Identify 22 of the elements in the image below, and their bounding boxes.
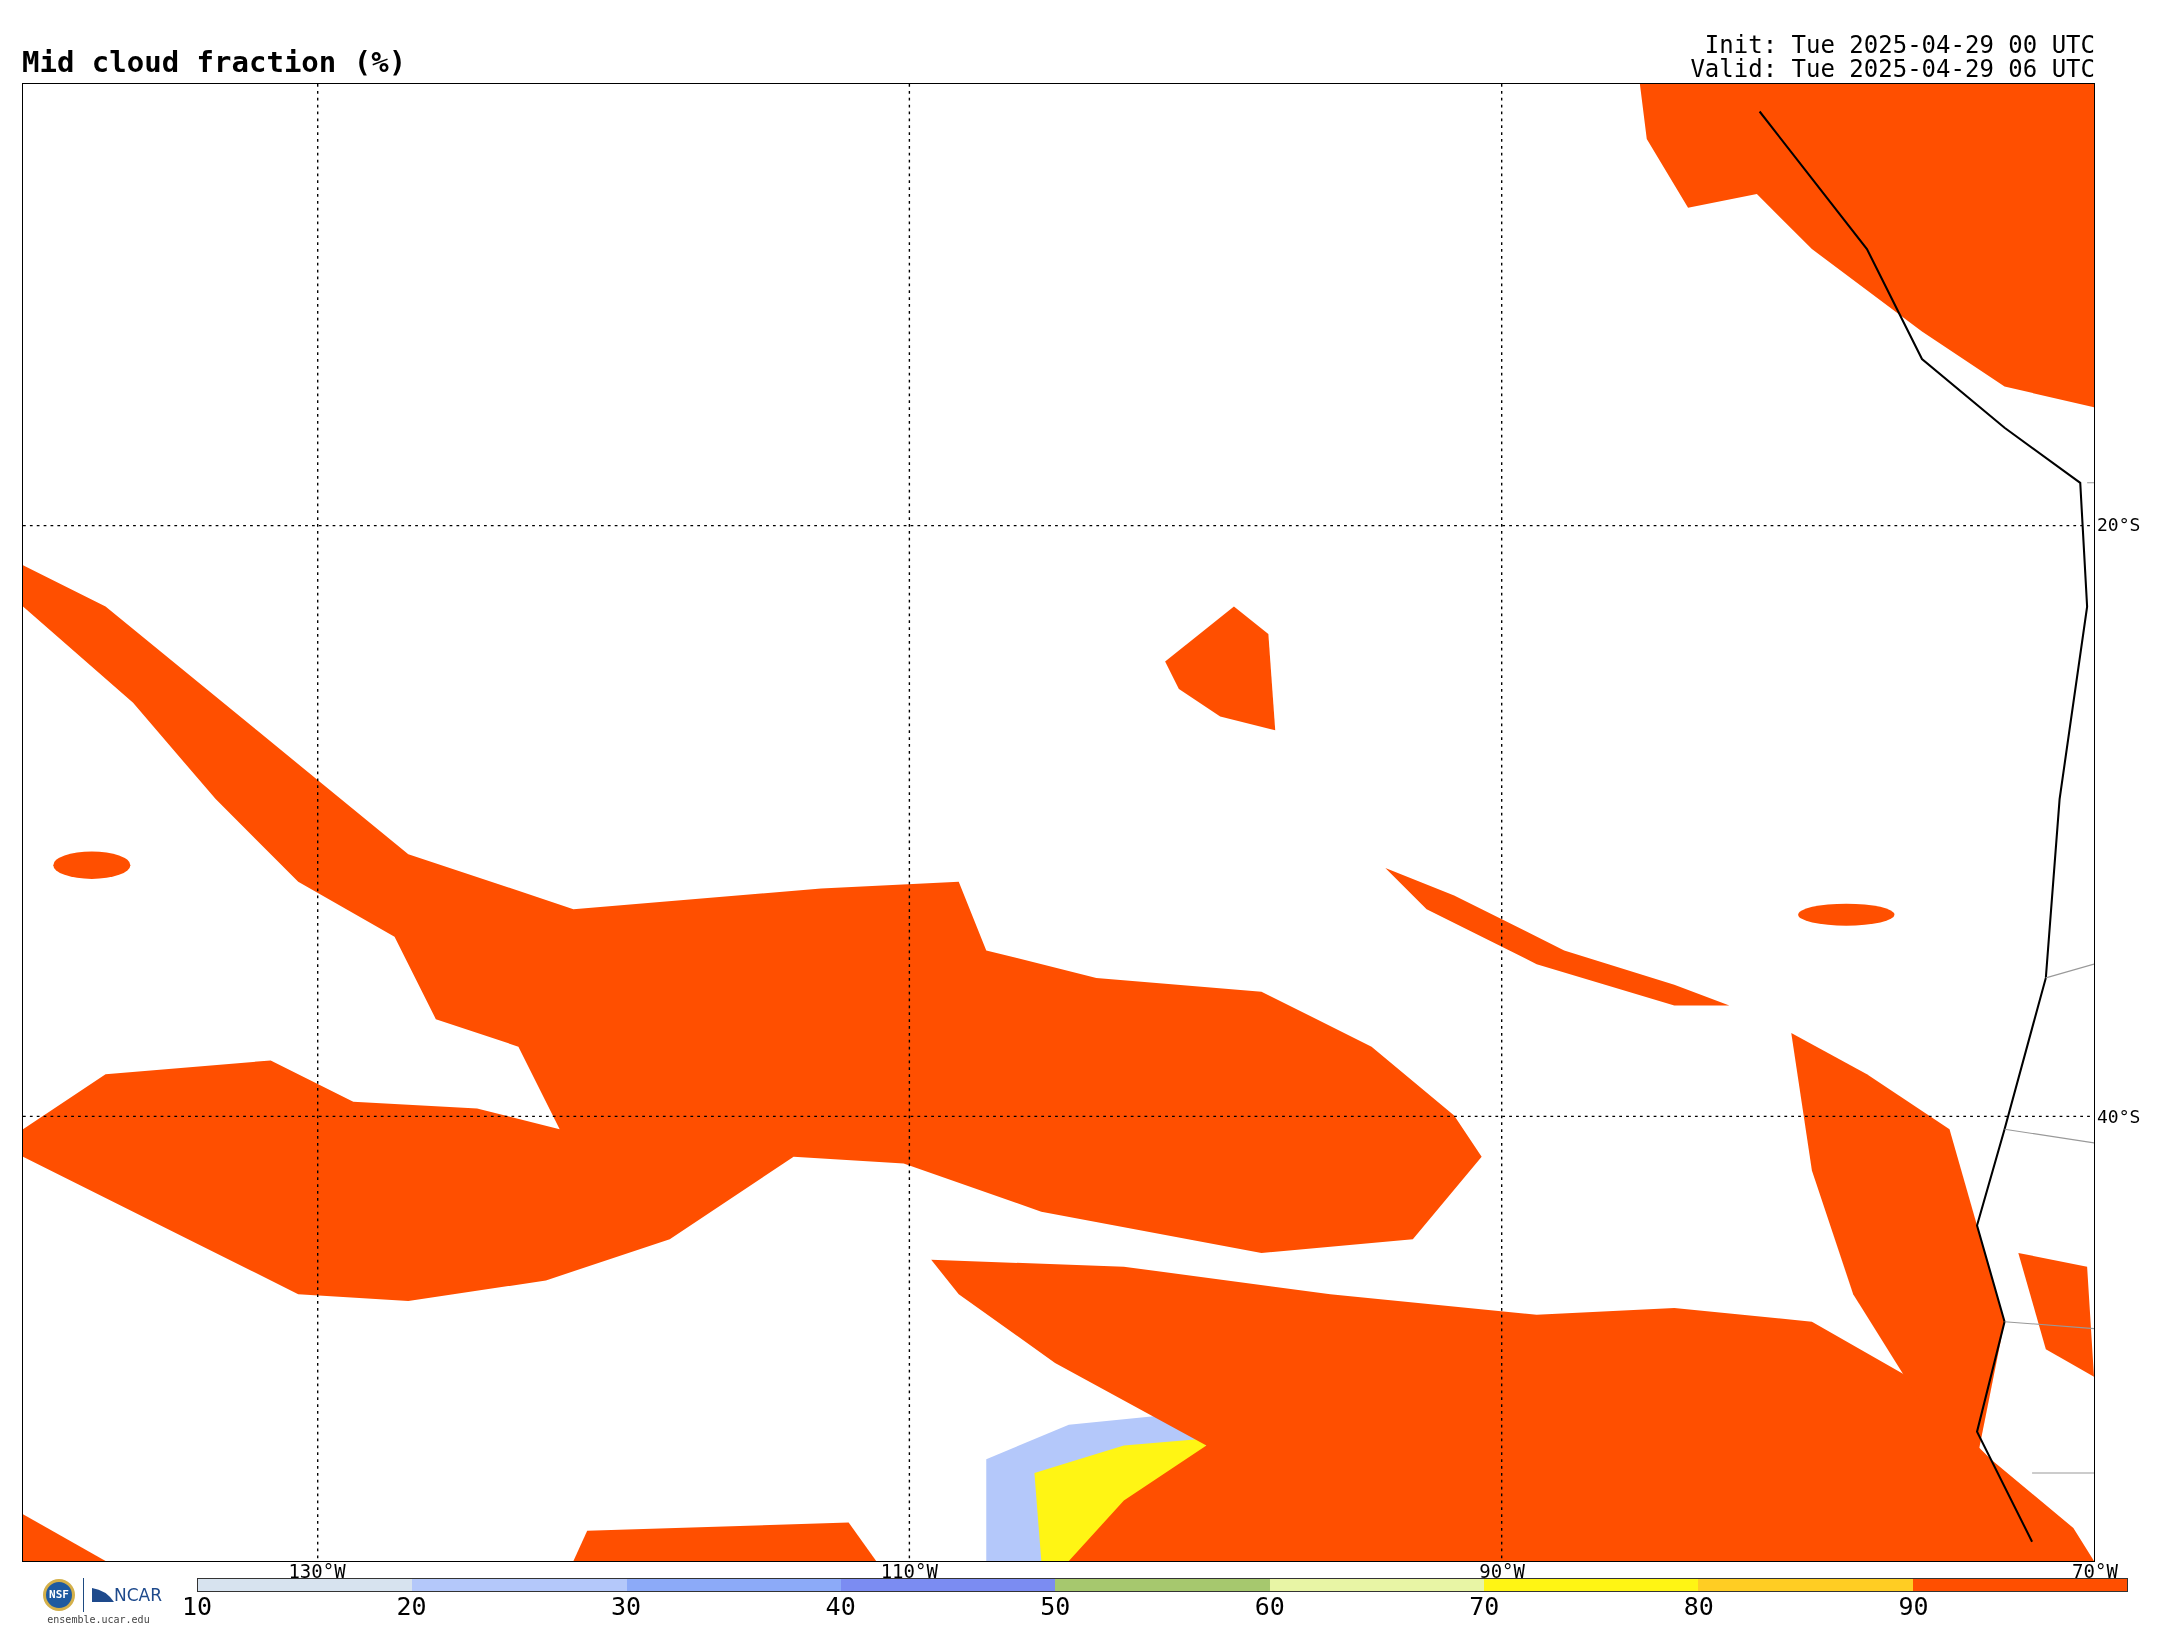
longitude-label: 70°W	[2072, 1562, 2118, 1581]
tick-label: 60	[1254, 1594, 1285, 1619]
ncar-logo: NCAR	[92, 1586, 162, 1604]
tick-label: 70	[1469, 1594, 1500, 1619]
tick-label: 90	[1898, 1594, 1929, 1619]
chart-title: Mid cloud fraction (%)	[22, 48, 407, 77]
valid-time: Valid: Tue 2025-04-29 06 UTC	[1690, 57, 2095, 81]
longitude-label: 90°W	[1479, 1562, 1525, 1581]
tick-label: 50	[1040, 1594, 1071, 1619]
nsf-logo: NSF	[43, 1579, 75, 1611]
init-time: Init: Tue 2025-04-29 00 UTC	[1704, 33, 2095, 57]
tick-label: 80	[1683, 1594, 1714, 1619]
longitude-label: 110°W	[880, 1562, 938, 1581]
swoosh-icon	[92, 1587, 114, 1604]
tick-label: 20	[396, 1594, 427, 1619]
tick-label: 10	[181, 1594, 213, 1619]
tick-label: 40	[825, 1594, 856, 1619]
latitude-label: 40°S	[2097, 1107, 2141, 1126]
site-url: ensemble.ucar.edu	[47, 1614, 150, 1626]
latitude-label: 20°S	[2097, 516, 2141, 535]
longitude-label: 130°W	[288, 1562, 346, 1581]
tick-label: 30	[611, 1594, 642, 1619]
